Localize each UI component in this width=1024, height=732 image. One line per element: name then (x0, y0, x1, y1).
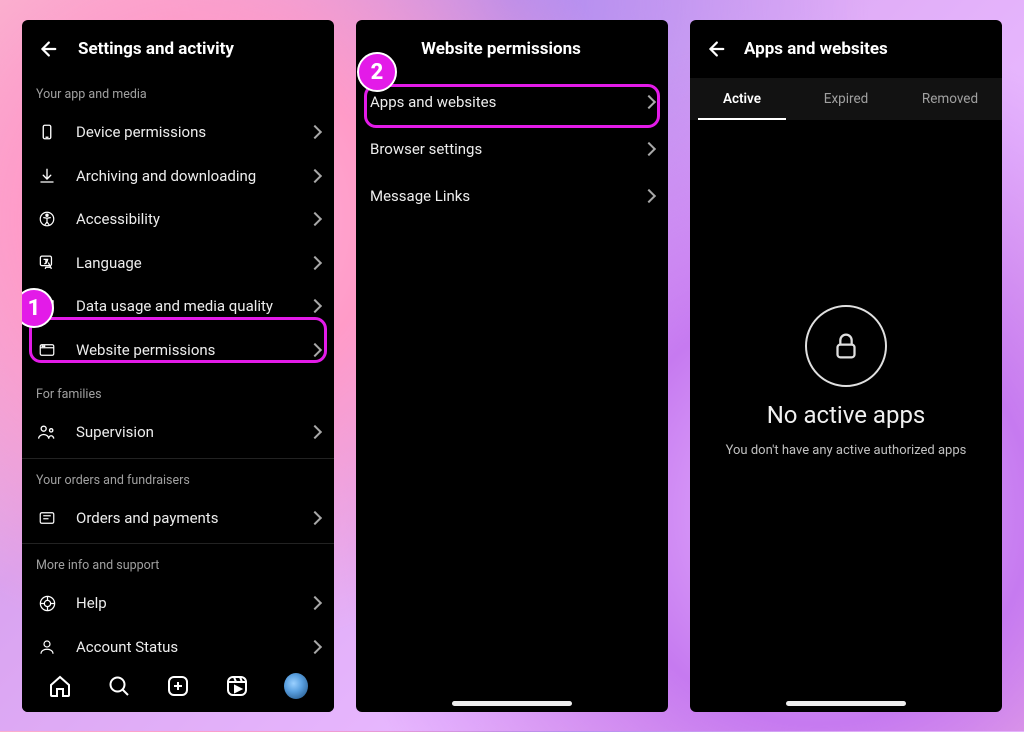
chevron-right-icon (308, 212, 322, 226)
chevron-right-icon (308, 343, 322, 357)
header: Apps and websites (690, 20, 1002, 78)
row-help[interactable]: Help (22, 581, 334, 625)
section-orders: Your orders and fundraisers (22, 463, 334, 496)
chevron-right-icon (308, 169, 322, 183)
header: Settings and activity (22, 20, 334, 77)
chevron-right-icon (308, 425, 322, 439)
bottom-nav (22, 660, 334, 712)
reels-icon[interactable] (225, 674, 249, 698)
divider (22, 458, 334, 459)
chevron-right-icon (308, 125, 322, 139)
tabs: Active Expired Removed (690, 78, 1002, 120)
browser-icon (36, 339, 58, 361)
row-label: Website permissions (76, 341, 310, 359)
search-icon[interactable] (107, 674, 131, 698)
chevron-right-icon (308, 511, 322, 525)
row-apps-websites[interactable]: Apps and websites (356, 78, 668, 125)
chevron-right-icon (308, 596, 322, 610)
lock-icon (805, 305, 887, 387)
back-arrow-icon[interactable] (36, 38, 58, 60)
page-title: Website permissions (356, 39, 654, 59)
chevron-right-icon (642, 94, 656, 108)
section-more: More info and support (22, 548, 334, 581)
divider (22, 543, 334, 544)
accessibility-icon (36, 208, 58, 230)
tab-active[interactable]: Active (690, 78, 794, 120)
phone-apps-websites: Apps and websites Active Expired Removed… (690, 20, 1002, 712)
row-website-permissions[interactable]: Website permissions (22, 328, 334, 372)
phone-settings-activity: 1 Settings and activity Your app and med… (22, 20, 334, 712)
orders-icon (36, 507, 58, 529)
row-archiving-downloading[interactable]: Archiving and downloading (22, 154, 334, 198)
phone-website-permissions: 2 Website permissions Apps and websites … (356, 20, 668, 712)
page-title: Settings and activity (78, 39, 234, 59)
row-label: Message Links (370, 187, 644, 205)
chevron-right-icon (642, 141, 656, 155)
row-label: Orders and payments (76, 509, 310, 527)
device-icon (36, 121, 58, 143)
empty-title: No active apps (767, 401, 926, 429)
section-app-media: Your app and media (22, 77, 334, 110)
chevron-right-icon (642, 188, 656, 202)
chevron-right-icon (308, 640, 322, 654)
row-device-permissions[interactable]: Device permissions (22, 110, 334, 154)
empty-subtitle: You don't have any active authorized app… (726, 443, 967, 458)
create-icon[interactable] (166, 674, 190, 698)
row-label: Language (76, 254, 310, 272)
row-label: Account Status (76, 638, 310, 656)
row-supervision[interactable]: Supervision (22, 410, 334, 454)
language-icon (36, 252, 58, 274)
header: Website permissions (356, 20, 668, 78)
row-accessibility[interactable]: Accessibility (22, 197, 334, 241)
row-label: Device permissions (76, 123, 310, 141)
row-data-usage[interactable]: Data usage and media quality (22, 284, 334, 328)
help-icon (36, 592, 58, 614)
back-arrow-icon[interactable] (704, 38, 726, 60)
row-browser-settings[interactable]: Browser settings (356, 125, 668, 172)
profile-avatar[interactable] (284, 674, 308, 698)
page-title: Apps and websites (744, 39, 888, 59)
row-label: Browser settings (370, 140, 644, 158)
row-language[interactable]: Language (22, 241, 334, 285)
row-message-links[interactable]: Message Links (356, 172, 668, 219)
row-label: Apps and websites (370, 93, 644, 111)
step-badge-2: 2 (357, 52, 397, 92)
home-indicator (452, 701, 572, 706)
tab-removed[interactable]: Removed (898, 78, 1002, 120)
row-orders-payments[interactable]: Orders and payments (22, 496, 334, 540)
row-label: Supervision (76, 423, 310, 441)
row-label: Help (76, 594, 310, 612)
row-label: Archiving and downloading (76, 167, 310, 185)
supervision-icon (36, 421, 58, 443)
chevron-right-icon (308, 256, 322, 270)
chevron-right-icon (308, 299, 322, 313)
row-label: Data usage and media quality (76, 297, 310, 315)
tab-expired[interactable]: Expired (794, 78, 898, 120)
section-families: For families (22, 371, 334, 410)
row-label: Accessibility (76, 210, 310, 228)
home-icon[interactable] (48, 674, 72, 698)
account-icon (36, 636, 58, 658)
download-icon (36, 165, 58, 187)
home-indicator (786, 701, 906, 706)
empty-state: No active apps You don't have any active… (690, 120, 1002, 712)
